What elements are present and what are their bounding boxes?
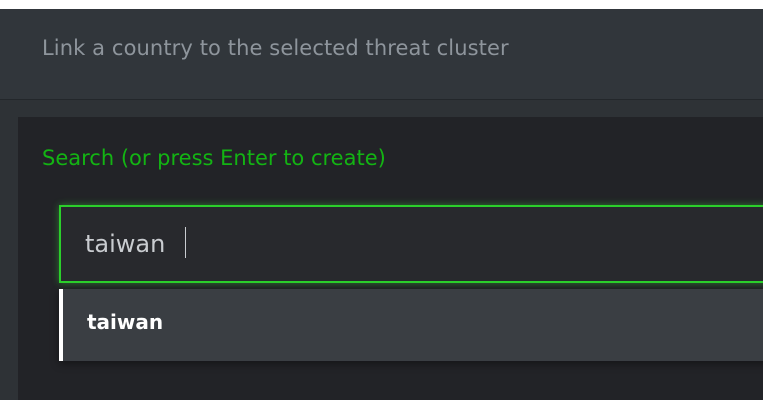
suggestion-list: taiwan — [59, 289, 763, 361]
search-input[interactable] — [85, 226, 725, 262]
suggestion-item[interactable]: taiwan — [59, 289, 763, 361]
dialog-title: Link a country to the selected threat cl… — [42, 36, 509, 60]
suggestion-label: taiwan — [87, 310, 164, 334]
text-cursor — [185, 227, 186, 258]
search-field[interactable] — [59, 205, 763, 283]
window-top-strip — [0, 0, 763, 9]
search-label: Search (or press Enter to create) — [42, 146, 386, 170]
dialog-header: Link a country to the selected threat cl… — [0, 9, 763, 100]
